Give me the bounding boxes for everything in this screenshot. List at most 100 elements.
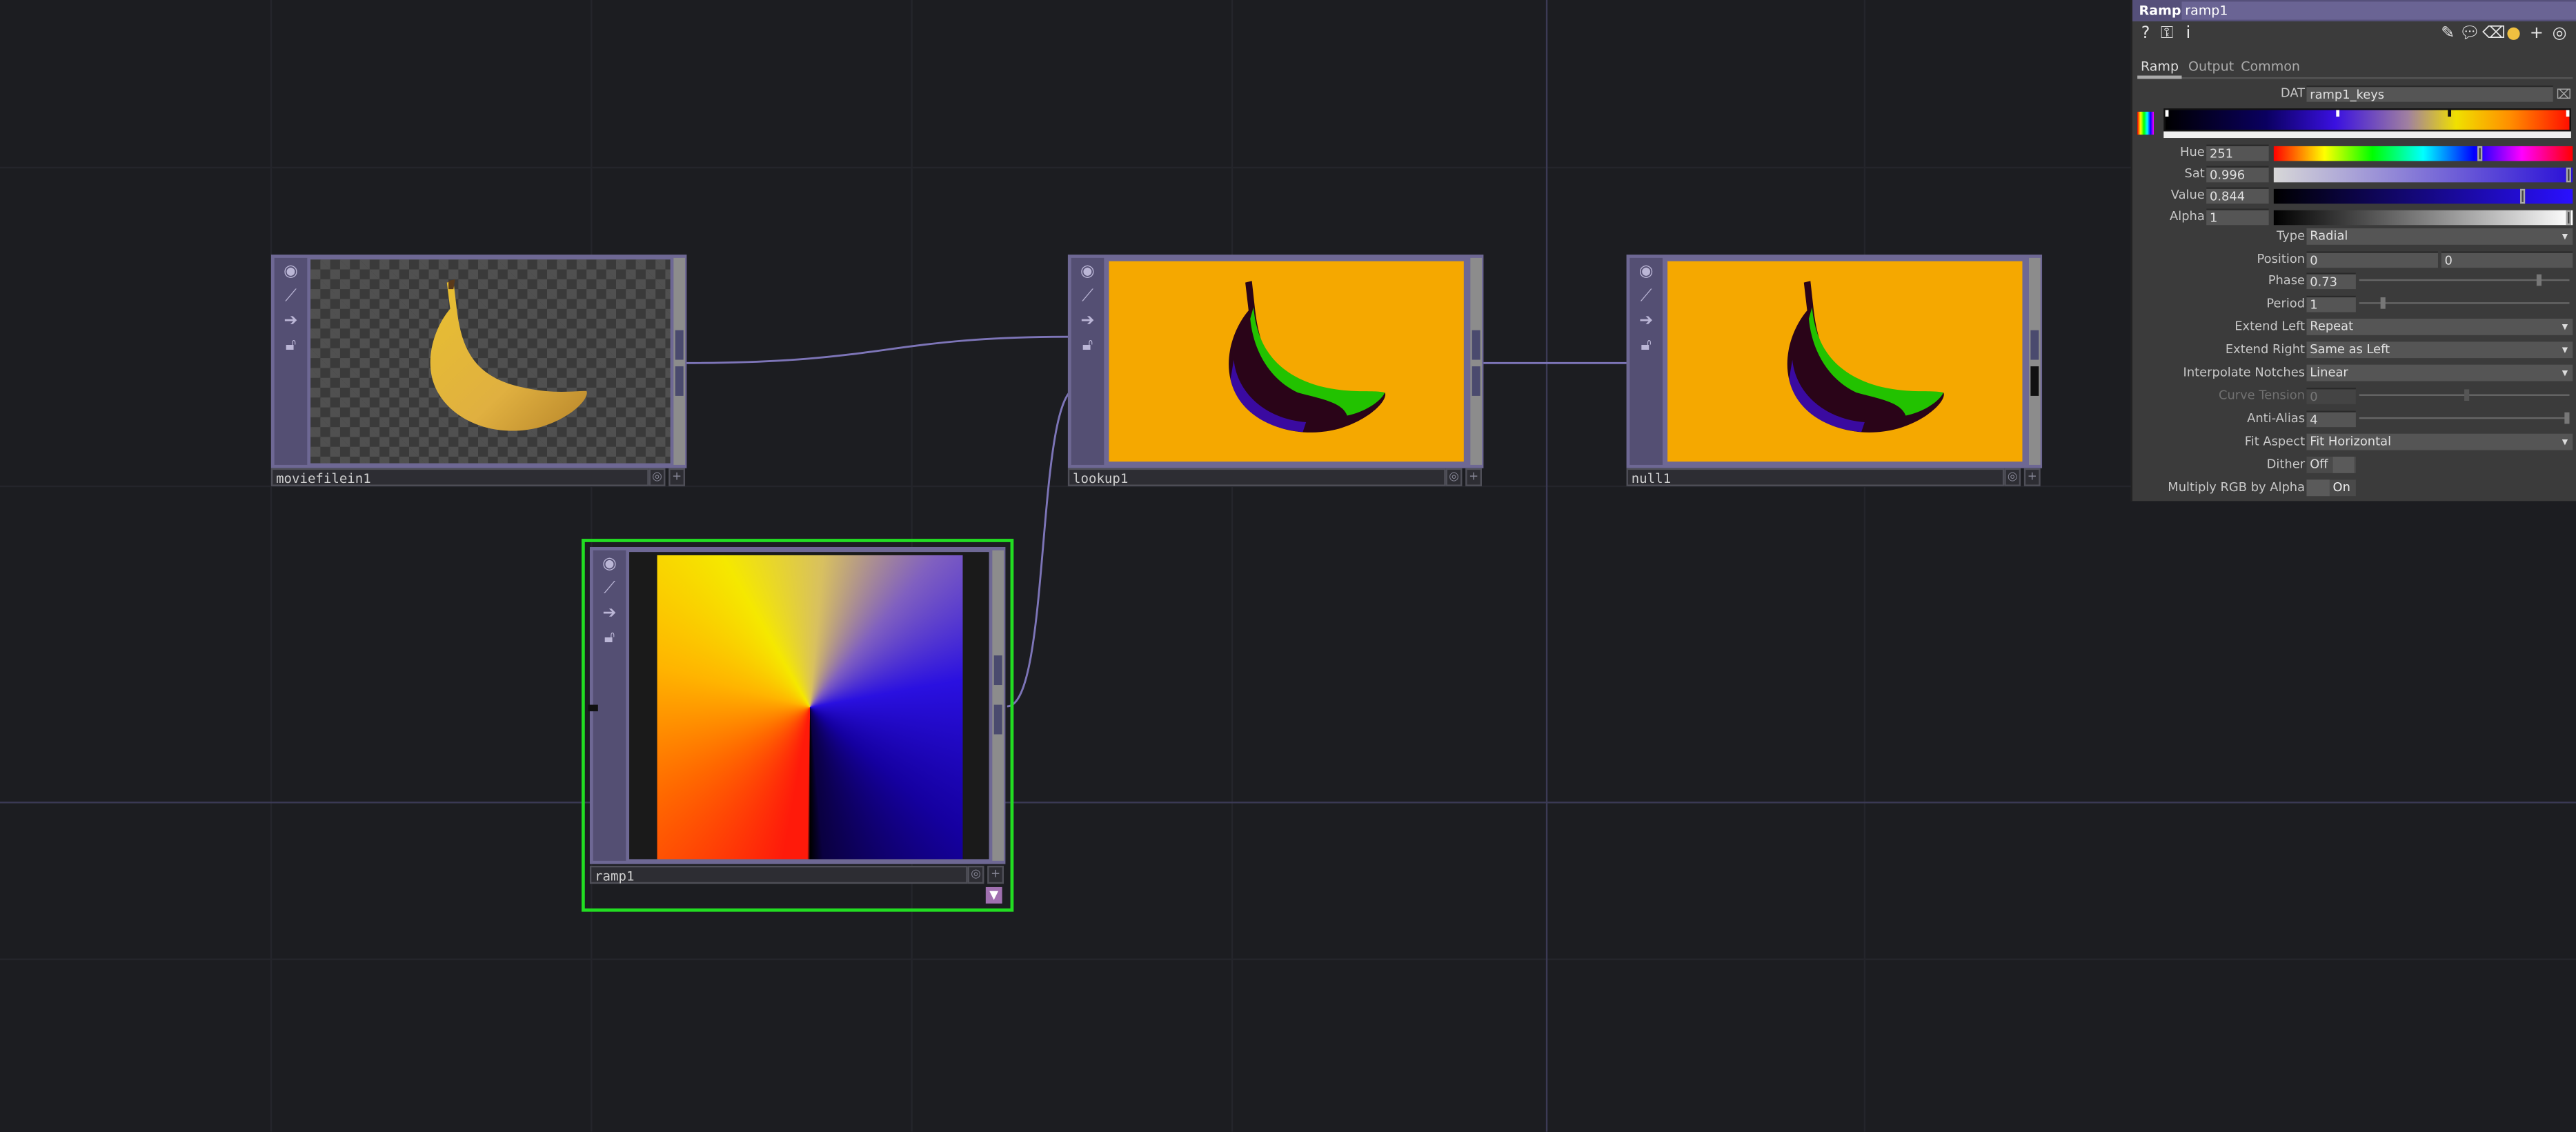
period-label: Period <box>2266 295 2306 311</box>
node-add-button[interactable]: + <box>2023 468 2041 486</box>
wire-moviefilein-to-lookup <box>685 335 1070 364</box>
node-name-label[interactable]: ramp1 <box>589 865 968 884</box>
node-viewer <box>310 259 671 464</box>
node-flag-button[interactable]: ◎ <box>967 865 984 884</box>
tab-common[interactable]: Common <box>2241 57 2300 77</box>
dither-toggle[interactable]: Off <box>2306 457 2356 473</box>
bypass-icon[interactable]: ⟋ <box>279 286 302 307</box>
input-connector[interactable] <box>588 704 598 712</box>
value-field[interactable]: 0.844 <box>2206 187 2269 204</box>
python-help-icon[interactable]: ⚿ <box>2157 23 2177 46</box>
color-palette-button[interactable] <box>2137 111 2154 135</box>
banana-image <box>430 279 587 431</box>
sat-field[interactable]: 0.996 <box>2206 166 2269 183</box>
type-label: Type <box>2277 228 2306 244</box>
info-icon[interactable]: i <box>2179 23 2199 46</box>
interpolate-menu[interactable]: Linear ▾ <box>2306 364 2573 381</box>
interpolate-label: Interpolate Notches <box>2183 364 2306 380</box>
tab-ramp[interactable]: Ramp <box>2141 57 2179 77</box>
banana-lookup-image <box>1229 281 1386 433</box>
python-icon[interactable]: ● <box>2504 23 2524 46</box>
display-icon[interactable]: ➔ <box>279 310 302 332</box>
position-y-field[interactable]: 0 <box>2441 251 2573 268</box>
display-icon[interactable]: ➔ <box>1634 310 1657 332</box>
chevron-down-icon: ▾ <box>2562 366 2568 380</box>
fit-aspect-menu[interactable]: Fit Horizontal ▾ <box>2306 433 2573 450</box>
ramp-key-handle[interactable] <box>2448 110 2452 117</box>
multiply-rgb-toggle[interactable]: On <box>2306 479 2356 497</box>
curve-tension-field: 0 <box>2306 388 2356 404</box>
chevron-down-icon: ▾ <box>2562 320 2568 334</box>
sat-label: Sat <box>2184 166 2205 181</box>
tab-output[interactable]: Output <box>2188 57 2234 77</box>
dat-clear-icon[interactable]: ⌧ <box>2556 87 2571 101</box>
ramp-key-handle[interactable] <box>2336 110 2340 117</box>
lock-icon[interactable]: 🔓︎ <box>598 628 621 649</box>
fit-aspect-label: Fit Aspect <box>2244 433 2306 449</box>
viewer-icon[interactable]: ◉ <box>279 261 302 283</box>
period-field[interactable]: 1 <box>2306 295 2356 312</box>
dat-field[interactable]: ramp1_keys <box>2306 85 2553 102</box>
curve-tension-slider <box>2359 389 2570 401</box>
lock-icon[interactable]: 🔓︎ <box>1634 335 1657 357</box>
extend-left-value: Repeat <box>2310 318 2354 334</box>
edit-icon[interactable]: ✎ <box>2438 23 2458 46</box>
node-add-button[interactable]: + <box>1465 468 1483 486</box>
node-add-button[interactable]: + <box>987 865 1004 884</box>
clear-icon[interactable]: ⌫ <box>2482 23 2506 46</box>
node-flag-button[interactable]: ◎ <box>648 468 666 486</box>
ramp-alpha-strip <box>2163 131 2571 139</box>
hue-field[interactable]: 251 <box>2206 144 2269 161</box>
active-tab-underline <box>2137 75 2182 79</box>
comment-icon[interactable]: 💬︎ <box>2459 23 2480 46</box>
node-viewer <box>1667 261 2023 462</box>
parameter-panel[interactable]: Ramp ramp1 ? ⚿ i ✎ 💬︎ ⌫ ● + ◎ Ramp Outpu… <box>2130 0 2576 502</box>
node-flag-button[interactable]: ◎ <box>2004 468 2021 486</box>
ramp-key-handle[interactable] <box>2566 110 2570 117</box>
position-label: Position <box>2257 251 2306 266</box>
period-slider[interactable] <box>2359 297 2570 309</box>
ramp-editor[interactable] <box>2163 108 2571 132</box>
extend-right-menu[interactable]: Same as Left ▾ <box>2306 341 2573 359</box>
add-icon[interactable]: + <box>2527 23 2547 46</box>
position-x-field[interactable]: 0 <box>2306 251 2438 268</box>
op-name-field[interactable]: ramp1 <box>2181 1 2576 20</box>
chevron-down-icon: ▾ <box>2562 435 2568 449</box>
anti-alias-field[interactable]: 4 <box>2306 410 2356 428</box>
multiply-rgb-label: Multiply RGB by Alpha <box>2168 479 2306 495</box>
alpha-label: Alpha <box>2170 208 2205 224</box>
interpolate-value: Linear <box>2310 364 2348 380</box>
node-name-label[interactable]: moviefilein1 <box>270 468 649 486</box>
alpha-field[interactable]: 1 <box>2206 208 2269 226</box>
target-icon[interactable]: ◎ <box>2550 23 2570 46</box>
alpha-slider[interactable] <box>2273 210 2573 226</box>
help-icon[interactable]: ? <box>2136 23 2156 46</box>
lock-icon[interactable]: 🔓︎ <box>279 335 302 357</box>
value-slider[interactable] <box>2273 188 2573 204</box>
type-menu[interactable]: Radial ▾ <box>2306 228 2573 245</box>
viewer-icon[interactable]: ◉ <box>598 554 621 575</box>
hue-slider[interactable] <box>2273 146 2573 161</box>
display-icon[interactable]: ➔ <box>1076 310 1099 332</box>
node-add-button[interactable]: + <box>668 468 686 486</box>
network-editor[interactable]: ◉ ⟋ ➔ 🔓︎ moviefilein1 ◎ + ◉ ⟋ ➔ 🔓︎ looku… <box>0 0 2576 1132</box>
bypass-icon[interactable]: ⟋ <box>1634 286 1657 307</box>
sat-slider[interactable] <box>2273 167 2573 183</box>
node-name-label[interactable]: null1 <box>1626 468 2005 486</box>
viewer-icon[interactable]: ◉ <box>1076 261 1099 283</box>
node-name-label[interactable]: lookup1 <box>1067 468 1446 486</box>
phase-slider[interactable] <box>2359 274 2570 286</box>
node-flag-button[interactable]: ◎ <box>1445 468 1463 486</box>
bypass-icon[interactable]: ⟋ <box>1076 286 1099 307</box>
chevron-down-icon: ▾ <box>2562 230 2568 244</box>
ramp-key-handle[interactable] <box>2165 110 2169 117</box>
extend-left-menu[interactable]: Repeat ▾ <box>2306 318 2573 335</box>
phase-field[interactable]: 0.73 <box>2306 272 2356 290</box>
parameter-expand-button[interactable]: ▼ <box>985 886 1002 904</box>
viewer-icon[interactable]: ◉ <box>1634 261 1657 283</box>
node-viewer <box>629 552 989 860</box>
display-icon[interactable]: ➔ <box>598 603 621 624</box>
bypass-icon[interactable]: ⟋ <box>598 578 621 599</box>
lock-icon[interactable]: 🔓︎ <box>1076 335 1099 357</box>
anti-alias-slider[interactable] <box>2359 412 2570 424</box>
